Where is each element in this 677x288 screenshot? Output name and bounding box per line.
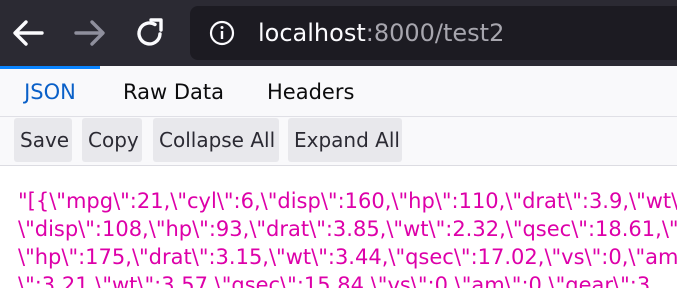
address-bar[interactable]: localhost:8000/test2: [190, 6, 677, 60]
expand-all-button[interactable]: Expand All: [288, 118, 402, 162]
json-string-line: \"disp\":108,\"hp\":93,\"drat\":3.85,\"w…: [18, 217, 677, 241]
collapse-all-button[interactable]: Collapse All: [153, 118, 279, 162]
json-string-line: \"hp\":175,\"drat\":3.15,\"wt\":3.44,\"q…: [18, 245, 677, 269]
tab-headers[interactable]: Headers: [267, 66, 354, 116]
tab-raw-data[interactable]: Raw Data: [123, 66, 224, 116]
reload-button[interactable]: [130, 12, 170, 54]
url-host: localhost: [258, 19, 366, 47]
info-icon[interactable]: [209, 20, 235, 46]
arrow-right-icon: [74, 20, 105, 46]
browser-toolbar: localhost:8000/test2: [0, 0, 677, 66]
viewer-button-bar: Save Copy Collapse All Expand All: [0, 117, 677, 166]
tab-json[interactable]: JSON: [0, 66, 100, 116]
json-content: "[{\"mpg\":21,\"cyl\":6,\"disp\":160,\"h…: [0, 166, 677, 288]
forward-button[interactable]: [70, 12, 110, 54]
url-path: :8000/test2: [365, 19, 505, 47]
url-text[interactable]: localhost:8000/test2: [258, 18, 504, 48]
viewer-tabbar: JSON Raw Data Headers: [0, 66, 677, 117]
json-string-line: \":3.21,\"wt\":3.57,\"qsec\":15.84,\"vs\…: [18, 273, 657, 288]
back-button[interactable]: [8, 12, 48, 54]
arrow-left-icon: [13, 20, 44, 46]
save-button[interactable]: Save: [14, 118, 72, 162]
json-string-line: "[{\"mpg\":21,\"cyl\":6,\"disp\":160,\"h…: [18, 189, 677, 213]
copy-button[interactable]: Copy: [82, 118, 142, 162]
reload-icon: [137, 18, 163, 46]
